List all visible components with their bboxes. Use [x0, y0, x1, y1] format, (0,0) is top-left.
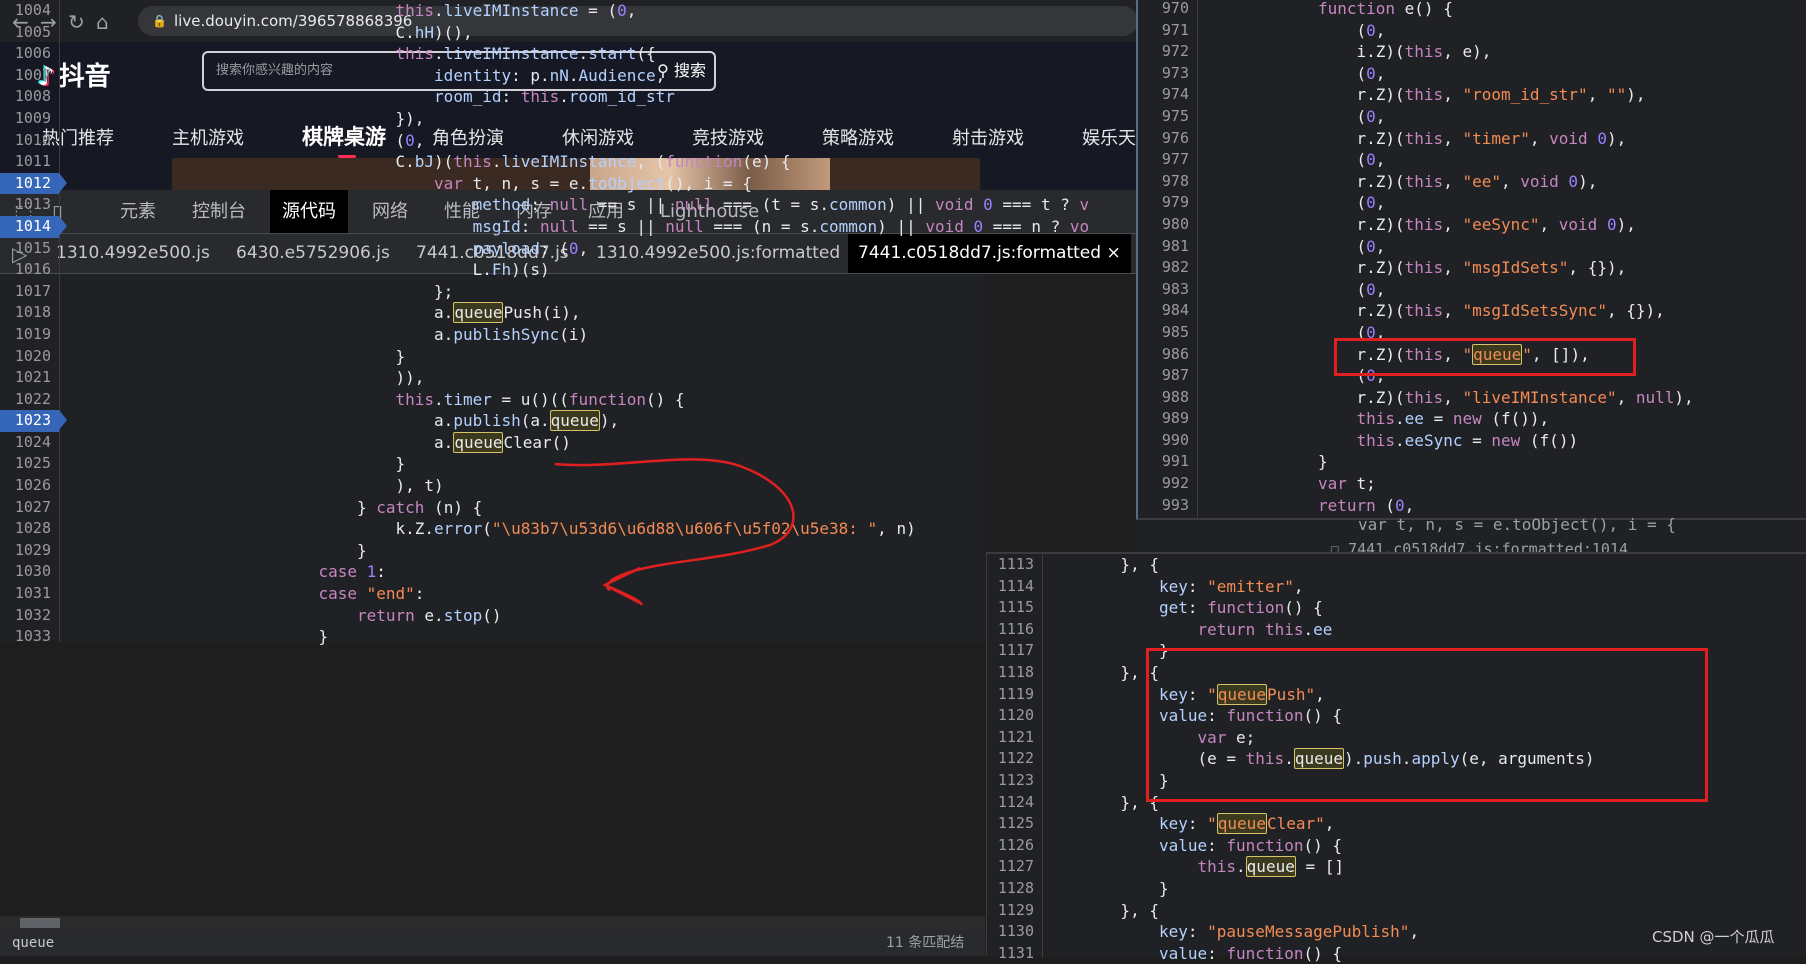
line-number: 1127	[997, 857, 1034, 876]
code-snippet-constructor: 970 971 972 973 974 975 976 977 978 979 …	[1136, 0, 1806, 520]
line-number[interactable]: 1025	[0, 453, 59, 475]
line-number[interactable]: 1004	[0, 0, 59, 22]
line-number[interactable]: 1007	[0, 65, 59, 87]
code-editor[interactable]: 1004 1005 1006 1007 1008 1009 1010 1011 …	[0, 0, 1090, 648]
line-number[interactable]: 1026	[0, 475, 59, 497]
code-lines: function e() { (0, i.Z)(this, e), (0, r.…	[1317, 0, 1694, 515]
line-number[interactable]: 1032	[0, 605, 59, 627]
line-number[interactable]: 1029	[0, 540, 59, 562]
line-number: 1115	[997, 598, 1034, 617]
line-number: 975	[1161, 106, 1189, 125]
horizontal-scrollbar[interactable]	[0, 916, 985, 930]
line-number[interactable]: 1028	[0, 518, 59, 540]
line-number[interactable]: 1021	[0, 367, 59, 389]
line-number[interactable]: 1030	[0, 561, 59, 583]
line-number: 991	[1161, 452, 1189, 471]
line-number: 986	[1161, 344, 1189, 363]
line-gutter[interactable]: 1004 1005 1006 1007 1008 1009 1010 1011 …	[0, 0, 67, 648]
line-number: 993	[1161, 495, 1189, 514]
breakpoint-marker[interactable]: 1023	[0, 410, 67, 432]
line-number: 987	[1161, 366, 1189, 385]
search-bar[interactable]: queue 11 条匹配结	[0, 930, 985, 956]
search-query[interactable]: queue	[12, 935, 54, 951]
line-number: 976	[1161, 128, 1189, 147]
panel-gap	[1136, 520, 1306, 552]
line-number: 971	[1161, 20, 1189, 39]
peek-code: var t, n, s = e.toObject(), i = {	[1358, 515, 1676, 534]
line-number: 1120	[997, 706, 1034, 725]
match-count: 11 条匹配结	[886, 935, 965, 951]
line-number: 977	[1161, 150, 1189, 169]
line-number: 1124	[997, 792, 1034, 811]
line-number[interactable]: 1019	[0, 324, 59, 346]
line-number: 974	[1161, 85, 1189, 104]
line-number: 1117	[997, 641, 1034, 660]
line-number: 970	[1161, 0, 1189, 17]
line-number: 1119	[997, 684, 1034, 703]
line-number[interactable]: 1017	[0, 281, 59, 303]
scrollbar-thumb[interactable]	[20, 918, 60, 928]
line-gutter: 970 971 972 973 974 975 976 977 978 979 …	[1138, 0, 1198, 518]
line-number: 979	[1161, 193, 1189, 212]
line-number: 990	[1161, 430, 1189, 449]
line-number: 1116	[997, 619, 1034, 638]
line-number: 988	[1161, 387, 1189, 406]
line-number[interactable]: 1033	[0, 626, 59, 648]
line-number: 983	[1161, 279, 1189, 298]
line-number: 980	[1161, 214, 1189, 233]
line-number[interactable]: 1024	[0, 432, 59, 454]
line-number: 1113	[997, 555, 1034, 573]
breakpoint-marker[interactable]: 1012	[0, 172, 67, 195]
highlight-box-queue-init	[1334, 338, 1636, 376]
highlight-box-queuepush	[1146, 648, 1708, 802]
line-number: 1121	[997, 727, 1034, 746]
line-number: 1118	[997, 662, 1034, 681]
line-number: 1130	[997, 922, 1034, 941]
line-number: 972	[1161, 42, 1189, 61]
line-number: 1122	[997, 749, 1034, 768]
line-number: 992	[1161, 474, 1189, 493]
line-number: 982	[1161, 258, 1189, 277]
line-number: 1125	[997, 814, 1034, 833]
line-number[interactable]: 1018	[0, 302, 59, 324]
line-number[interactable]: 1031	[0, 583, 59, 605]
line-number[interactable]: 1016	[0, 259, 59, 281]
line-number[interactable]: 1009	[0, 108, 59, 130]
line-number[interactable]: 1010	[0, 130, 59, 152]
line-number: 981	[1161, 236, 1189, 255]
breakpoint-marker[interactable]: 1014	[0, 215, 67, 238]
line-number: 1114	[997, 576, 1034, 595]
line-number[interactable]: 1006	[0, 43, 59, 65]
line-number[interactable]: 1027	[0, 497, 59, 519]
line-number[interactable]: 1011	[0, 151, 59, 173]
line-number[interactable]: 1013	[0, 194, 59, 216]
line-number: 1123	[997, 770, 1034, 789]
line-number: 984	[1161, 301, 1189, 320]
scope-peek: var t, n, s = e.toObject(), i = { ☐ 7441…	[1306, 515, 1806, 558]
line-number[interactable]: 1005	[0, 22, 59, 44]
close-icon[interactable]: ×	[1106, 243, 1120, 263]
line-number[interactable]: 1008	[0, 86, 59, 108]
line-number: 1128	[997, 878, 1034, 897]
line-number: 973	[1161, 63, 1189, 82]
line-number[interactable]: 1022	[0, 389, 59, 411]
line-number: 989	[1161, 409, 1189, 428]
line-number: 985	[1161, 322, 1189, 341]
line-number: 1131	[997, 943, 1034, 962]
line-gutter: 1113 1114 1115 1116 1117 1118 1119 1120 …	[987, 554, 1043, 962]
line-number: 1129	[997, 900, 1034, 919]
watermark: CSDN @一个瓜瓜	[1652, 928, 1775, 946]
line-number: 1126	[997, 835, 1034, 854]
code-lines: this.liveIMInstance = (0, C.hH)(), this.…	[318, 1, 1090, 647]
line-number[interactable]: 1015	[0, 238, 59, 260]
line-number: 978	[1161, 171, 1189, 190]
line-number[interactable]: 1020	[0, 346, 59, 368]
category-entertainment[interactable]: 娱乐天	[1082, 124, 1136, 150]
